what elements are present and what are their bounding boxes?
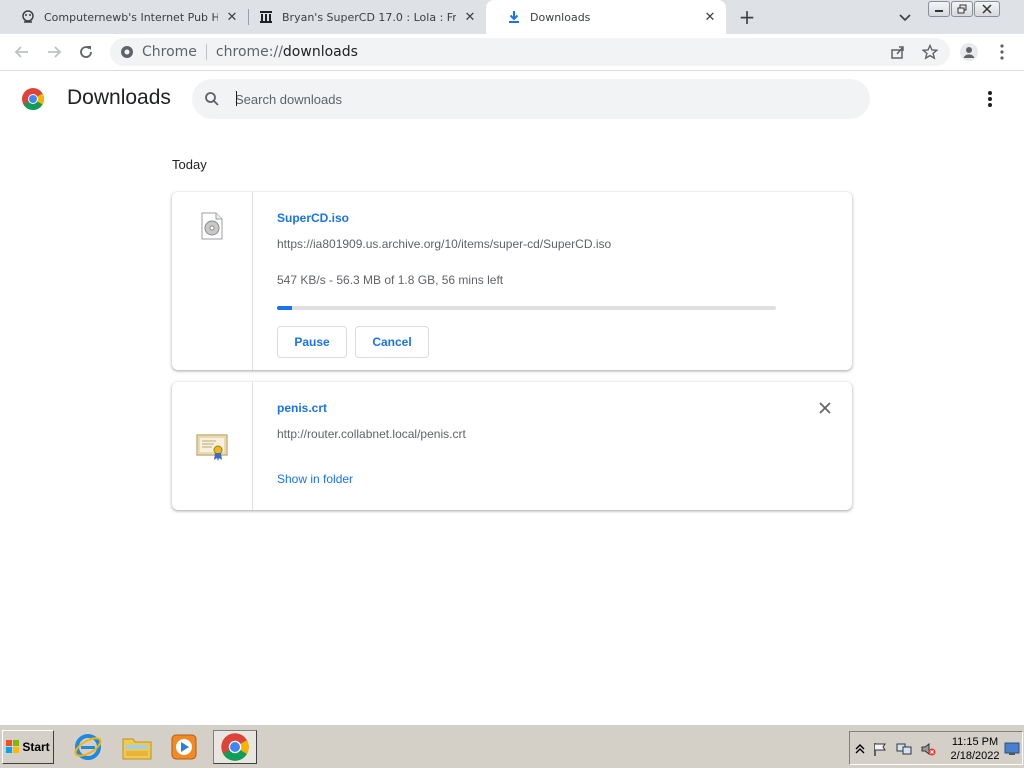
url-path: downloads	[282, 44, 358, 60]
start-button[interactable]: Start	[2, 730, 54, 764]
window-close-button[interactable]	[974, 1, 1000, 17]
download-item: penis.crt http://router.collabnet.local/…	[172, 382, 852, 510]
download-filename-link[interactable]: penis.crt	[277, 401, 327, 415]
tab-pub-hub[interactable]: Computernewb's Internet Pub Hub ✕	[0, 0, 248, 34]
new-tab-button[interactable]: +	[737, 7, 757, 27]
archive-org-favicon	[258, 9, 274, 25]
windows-explorer-icon[interactable]	[115, 730, 159, 764]
windows-flag-icon	[6, 740, 20, 754]
tab-downloads[interactable]: Downloads ✕	[486, 0, 726, 34]
close-icon[interactable]: ✕	[702, 9, 718, 25]
chrome-logo-icon	[21, 87, 45, 111]
share-icon[interactable]	[889, 43, 907, 61]
omnibox-divider	[205, 44, 207, 60]
browser-menu-icon[interactable]	[993, 43, 1011, 61]
tab-title: Computernewb's Internet Pub Hub	[44, 10, 218, 24]
show-hidden-icons-icon[interactable]	[852, 741, 868, 757]
disc-image-file-icon	[200, 212, 224, 244]
volume-muted-icon[interactable]	[920, 741, 936, 757]
search-box[interactable]	[192, 79, 870, 119]
bookmark-star-icon[interactable]	[921, 43, 939, 61]
start-label: Start	[22, 740, 50, 754]
url-scheme: chrome://	[215, 44, 283, 60]
more-actions-icon[interactable]	[982, 89, 998, 109]
pause-button[interactable]: Pause	[277, 326, 347, 358]
minimize-button[interactable]	[928, 1, 950, 17]
internet-explorer-icon[interactable]	[66, 730, 110, 764]
download-source-url: http://router.collabnet.local/penis.crt	[277, 427, 466, 441]
search-icon	[204, 91, 220, 107]
show-in-folder-link[interactable]: Show in folder	[277, 472, 353, 486]
download-status: 547 KB/s - 56.3 MB of 1.8 GB, 56 mins le…	[277, 273, 504, 287]
text-caret	[236, 91, 237, 106]
search-input[interactable]	[235, 90, 835, 108]
certificate-file-icon	[196, 432, 228, 466]
file-icon-column	[172, 192, 253, 370]
media-player-icon[interactable]	[162, 730, 206, 764]
show-desktop-icon[interactable]	[1004, 741, 1020, 757]
forward-arrow-icon[interactable]	[44, 42, 64, 62]
reload-icon[interactable]	[76, 42, 96, 62]
chrome-site-icon	[120, 45, 134, 59]
browser-toolbar: Chrome chrome://downloads	[0, 34, 1024, 71]
download-favicon	[506, 9, 522, 25]
action-center-flag-icon[interactable]	[872, 741, 888, 757]
tab-title: Downloads	[530, 10, 591, 24]
window-controls	[928, 1, 1000, 17]
download-item: SuperCD.iso https://ia801909.us.archive.…	[172, 192, 852, 370]
file-icon-column	[172, 382, 253, 510]
tab-title: Bryan's SuperCD 17.0 : Lola : Free	[282, 10, 456, 24]
download-progress-bar	[277, 306, 776, 310]
page-title: Downloads	[67, 86, 171, 109]
profile-avatar-icon[interactable]	[960, 43, 978, 61]
close-icon[interactable]: ✕	[462, 9, 478, 25]
remove-from-list-icon[interactable]	[817, 400, 833, 416]
date-group-label: Today	[172, 157, 207, 172]
pub-hub-favicon	[20, 9, 36, 25]
back-arrow-icon[interactable]	[12, 42, 32, 62]
system-tray: 11:15 PM 2/18/2022	[849, 731, 1023, 765]
site-chip-label: Chrome	[142, 44, 197, 60]
clock-time: 11:15 PM	[951, 736, 999, 748]
chrome-icon[interactable]	[213, 730, 257, 764]
taskbar-clock[interactable]: 11:15 PM 2/18/2022	[948, 735, 1002, 763]
network-icon[interactable]	[896, 741, 912, 757]
address-bar[interactable]: Chrome chrome://downloads	[110, 38, 950, 66]
progress-fill	[277, 306, 292, 310]
download-source-url: https://ia801909.us.archive.org/10/items…	[277, 237, 612, 251]
clock-date: 2/18/2022	[950, 750, 1000, 762]
cancel-button[interactable]: Cancel	[355, 326, 429, 358]
taskbar: Start 11:15 PM 2/18/2022	[0, 724, 1024, 768]
downloads-header: Downloads	[0, 71, 1024, 127]
chevron-down-icon[interactable]	[897, 9, 913, 25]
tab-supercd[interactable]: Bryan's SuperCD 17.0 : Lola : Free ✕	[238, 0, 486, 34]
download-filename-link[interactable]: SuperCD.iso	[277, 211, 349, 225]
tab-strip: Computernewb's Internet Pub Hub ✕ Bryan'…	[0, 0, 1024, 34]
restore-button[interactable]	[951, 1, 973, 17]
